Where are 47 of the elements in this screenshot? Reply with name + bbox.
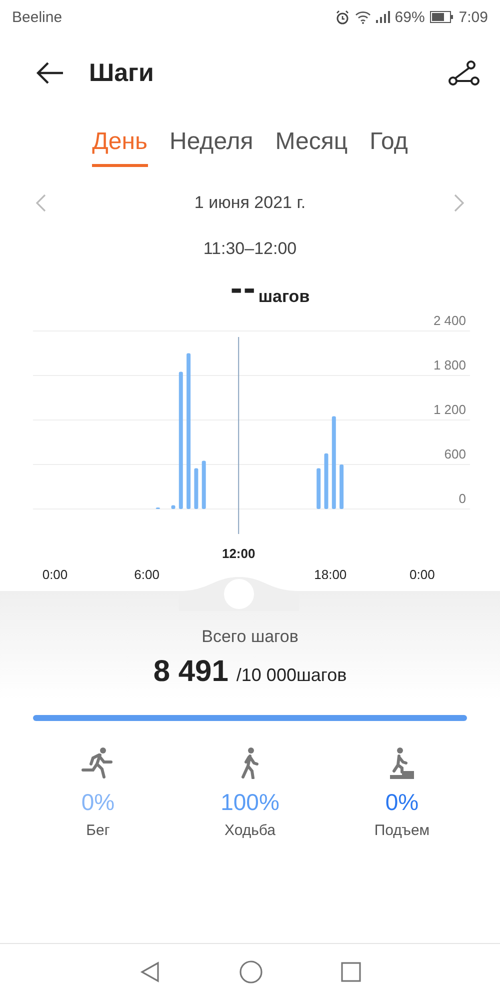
wifi-icon: [354, 10, 371, 24]
share-icon[interactable]: [448, 60, 480, 86]
alarm-icon: [334, 10, 350, 24]
signal-icon: [376, 11, 390, 23]
home-nav-icon[interactable]: [239, 960, 263, 984]
chart-bar: [194, 468, 198, 509]
recents-nav-icon[interactable]: [341, 962, 361, 982]
axis-label: 2 400: [433, 313, 466, 328]
battery-icon: [430, 11, 454, 23]
axis-label: 1 800: [433, 358, 466, 372]
chart-bar: [202, 460, 206, 509]
period-tab[interactable]: Неделя: [170, 122, 254, 167]
climbing-stairs-icon: [389, 747, 415, 779]
step-unit: шагов: [258, 287, 310, 307]
total-steps-value: 8 491: [153, 655, 228, 689]
period-tab[interactable]: Год: [370, 122, 408, 167]
activity-percent: 0%: [385, 789, 419, 816]
goal-text: /10 000шагов: [236, 665, 347, 686]
activity-percent: 100%: [220, 789, 280, 816]
chart-bar: [324, 453, 328, 509]
activity-label: Бег: [86, 822, 110, 839]
axis-label: 0: [458, 491, 466, 506]
chart-bar: [171, 505, 176, 509]
axis-label: 6:00: [134, 567, 160, 579]
time-range: 11:30–12:00: [203, 239, 297, 258]
carrier-name: Beeline: [12, 8, 62, 26]
back-arrow-icon[interactable]: [35, 61, 65, 85]
activity-label: Ходьба: [224, 822, 276, 839]
back-nav-icon[interactable]: [139, 961, 161, 983]
running-person-icon: [81, 747, 115, 779]
battery-percent: 69%: [394, 8, 425, 26]
axis-label: 18:00: [314, 567, 347, 579]
total-steps-label: Всего шагов: [202, 627, 298, 647]
axis-label: 1 200: [433, 402, 466, 417]
axis-label: 0:00: [42, 567, 68, 579]
chart-bar: [340, 464, 344, 509]
cursor-label: 12:00: [222, 546, 256, 561]
activity-label: Подъем: [374, 822, 430, 839]
clock-time: 7:09: [458, 8, 488, 26]
axis-label: 600: [444, 446, 466, 462]
date-label: 1 июня 2021 г.: [194, 193, 306, 213]
chart-bar: [316, 468, 321, 509]
activity-percent: 0%: [81, 789, 115, 816]
period-tab[interactable]: Месяц: [275, 122, 348, 167]
axis-label: 0:00: [410, 567, 435, 579]
page-title: Шаги: [89, 58, 155, 88]
step-value: --: [230, 277, 256, 299]
